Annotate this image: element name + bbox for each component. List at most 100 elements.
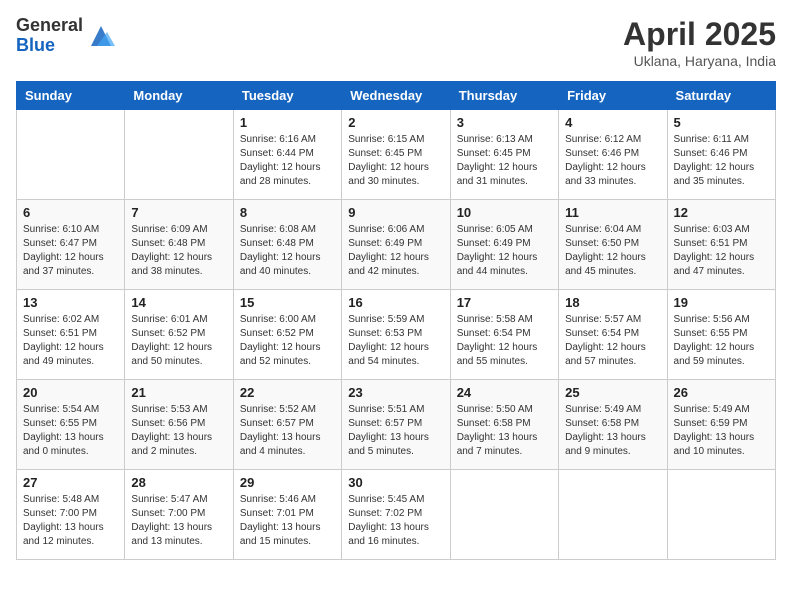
weekday-header-friday: Friday	[559, 82, 667, 110]
day-number: 25	[565, 385, 660, 400]
day-number: 26	[674, 385, 769, 400]
calendar-cell: 12Sunrise: 6:03 AM Sunset: 6:51 PM Dayli…	[667, 200, 775, 290]
calendar-cell: 19 Sunrise: 5:56 AM Sunset: 6:55 PM Dayli…	[667, 290, 775, 380]
month-title: April 2025	[623, 16, 776, 53]
calendar-cell: 20 Sunrise: 5:54 AM Sunset: 6:55 PM Dayli…	[17, 380, 125, 470]
weekday-header-thursday: Thursday	[450, 82, 558, 110]
day-info: Sunrise: 6:13 AM Sunset: 6:45 PM Dayligh…	[457, 133, 552, 189]
day-info: Sunrise: 6:05 AM Sunset: 6:49 PM Dayligh…	[457, 223, 552, 279]
calendar-cell: 16 Sunrise: 5:59 AM Sunset: 6:53 PM Dayli…	[342, 290, 450, 380]
day-number: 19	[674, 295, 769, 310]
logo-general-text: General	[16, 16, 83, 36]
day-info: Sunrise: 5:46 AM Sunset: 7:01 PM Dayligh…	[240, 493, 335, 549]
day-number: 5	[674, 115, 769, 130]
logo-blue-text: Blue	[16, 36, 83, 56]
day-info: Sunrise: 5:58 AM Sunset: 6:54 PM Dayligh…	[457, 313, 552, 369]
day-info: Sunrise: 5:48 AM Sunset: 7:00 PM Dayligh…	[23, 493, 118, 549]
calendar-cell: 23 Sunrise: 5:51 AM Sunset: 6:57 PM Dayli…	[342, 380, 450, 470]
day-number: 3	[457, 115, 552, 130]
day-info: Sunrise: 6:04 AM Sunset: 6:50 PM Dayligh…	[565, 223, 660, 279]
weekday-header-tuesday: Tuesday	[233, 82, 341, 110]
day-info: Sunrise: 5:47 AM Sunset: 7:00 PM Dayligh…	[131, 493, 226, 549]
day-number: 8	[240, 205, 335, 220]
calendar-cell: 13 Sunrise: 6:02 AM Sunset: 6:51 PM Dayli…	[17, 290, 125, 380]
calendar-cell: 6 Sunrise: 6:10 AM Sunset: 6:47 PM Daylig…	[17, 200, 125, 290]
day-info: Sunrise: 6:02 AM Sunset: 6:51 PM Dayligh…	[23, 313, 118, 369]
day-number: 27	[23, 475, 118, 490]
week-row-2: 6 Sunrise: 6:10 AM Sunset: 6:47 PM Daylig…	[17, 200, 776, 290]
calendar-cell: 2 Sunrise: 6:15 AM Sunset: 6:45 PM Daylig…	[342, 110, 450, 200]
day-info: Sunrise: 6:16 AM Sunset: 6:44 PM Dayligh…	[240, 133, 335, 189]
day-number: 17	[457, 295, 552, 310]
day-info: Sunrise: 6:08 AM Sunset: 6:48 PM Dayligh…	[240, 223, 335, 279]
week-row-5: 27 Sunrise: 5:48 AM Sunset: 7:00 PM Dayli…	[17, 470, 776, 560]
day-info: Sunrise: 5:50 AM Sunset: 6:58 PM Dayligh…	[457, 403, 552, 459]
calendar-cell: 24 Sunrise: 5:50 AM Sunset: 6:58 PM Dayli…	[450, 380, 558, 470]
calendar-cell: 30 Sunrise: 5:45 AM Sunset: 7:02 PM Dayli…	[342, 470, 450, 560]
day-info: Sunrise: 6:00 AM Sunset: 6:52 PM Dayligh…	[240, 313, 335, 369]
day-number: 11	[565, 205, 660, 220]
week-row-4: 20 Sunrise: 5:54 AM Sunset: 6:55 PM Dayli…	[17, 380, 776, 470]
day-number: 30	[348, 475, 443, 490]
calendar-table: SundayMondayTuesdayWednesdayThursdayFrid…	[16, 81, 776, 560]
weekday-header-sunday: Sunday	[17, 82, 125, 110]
day-info: Sunrise: 5:51 AM Sunset: 6:57 PM Dayligh…	[348, 403, 443, 459]
day-info: Sunrise: 5:45 AM Sunset: 7:02 PM Dayligh…	[348, 493, 443, 549]
calendar-cell: 7 Sunrise: 6:09 AM Sunset: 6:48 PM Daylig…	[125, 200, 233, 290]
day-number: 20	[23, 385, 118, 400]
weekday-header-row: SundayMondayTuesdayWednesdayThursdayFrid…	[17, 82, 776, 110]
calendar-cell: 15 Sunrise: 6:00 AM Sunset: 6:52 PM Dayli…	[233, 290, 341, 380]
page-header: General Blue April 2025 Uklana, Haryana,…	[16, 16, 776, 69]
calendar-cell: 5 Sunrise: 6:11 AM Sunset: 6:46 PM Daylig…	[667, 110, 775, 200]
day-number: 29	[240, 475, 335, 490]
calendar-cell	[559, 470, 667, 560]
day-number: 23	[348, 385, 443, 400]
calendar-cell: 1 Sunrise: 6:16 AM Sunset: 6:44 PM Daylig…	[233, 110, 341, 200]
day-info: Sunrise: 6:11 AM Sunset: 6:46 PM Dayligh…	[674, 133, 769, 189]
day-info: Sunrise: 5:54 AM Sunset: 6:55 PM Dayligh…	[23, 403, 118, 459]
weekday-header-wednesday: Wednesday	[342, 82, 450, 110]
calendar-cell: 14Sunrise: 6:01 AM Sunset: 6:52 PM Dayli…	[125, 290, 233, 380]
day-number: 15	[240, 295, 335, 310]
calendar-cell	[450, 470, 558, 560]
day-info: Sunrise: 5:52 AM Sunset: 6:57 PM Dayligh…	[240, 403, 335, 459]
calendar-cell: 17 Sunrise: 5:58 AM Sunset: 6:54 PM Dayli…	[450, 290, 558, 380]
calendar-cell	[667, 470, 775, 560]
week-row-3: 13 Sunrise: 6:02 AM Sunset: 6:51 PM Dayli…	[17, 290, 776, 380]
day-info: Sunrise: 5:56 AM Sunset: 6:55 PM Dayligh…	[674, 313, 769, 369]
day-info: Sunrise: 6:01 AM Sunset: 6:52 PM Dayligh…	[131, 313, 226, 369]
calendar-cell: 21 Sunrise: 5:53 AM Sunset: 6:56 PM Dayli…	[125, 380, 233, 470]
day-info: Sunrise: 5:49 AM Sunset: 6:58 PM Dayligh…	[565, 403, 660, 459]
day-number: 2	[348, 115, 443, 130]
calendar-cell: 4Sunrise: 6:12 AM Sunset: 6:46 PM Daylig…	[559, 110, 667, 200]
day-number: 6	[23, 205, 118, 220]
title-section: April 2025 Uklana, Haryana, India	[623, 16, 776, 69]
day-number: 28	[131, 475, 226, 490]
day-info: Sunrise: 6:15 AM Sunset: 6:45 PM Dayligh…	[348, 133, 443, 189]
day-number: 1	[240, 115, 335, 130]
day-info: Sunrise: 6:09 AM Sunset: 6:48 PM Dayligh…	[131, 223, 226, 279]
day-number: 24	[457, 385, 552, 400]
day-number: 16	[348, 295, 443, 310]
day-info: Sunrise: 5:53 AM Sunset: 6:56 PM Dayligh…	[131, 403, 226, 459]
calendar-cell: 8 Sunrise: 6:08 AM Sunset: 6:48 PM Daylig…	[233, 200, 341, 290]
calendar-cell: 3 Sunrise: 6:13 AM Sunset: 6:45 PM Daylig…	[450, 110, 558, 200]
day-number: 7	[131, 205, 226, 220]
calendar-cell: 29 Sunrise: 5:46 AM Sunset: 7:01 PM Dayli…	[233, 470, 341, 560]
day-info: Sunrise: 5:59 AM Sunset: 6:53 PM Dayligh…	[348, 313, 443, 369]
day-info: Sunrise: 5:57 AM Sunset: 6:54 PM Dayligh…	[565, 313, 660, 369]
calendar-cell: 9Sunrise: 6:06 AM Sunset: 6:49 PM Daylig…	[342, 200, 450, 290]
calendar-cell: 28 Sunrise: 5:47 AM Sunset: 7:00 PM Dayli…	[125, 470, 233, 560]
day-number: 21	[131, 385, 226, 400]
calendar-cell: 22Sunrise: 5:52 AM Sunset: 6:57 PM Dayli…	[233, 380, 341, 470]
logo-icon	[87, 22, 115, 50]
day-number: 4	[565, 115, 660, 130]
calendar-cell: 27 Sunrise: 5:48 AM Sunset: 7:00 PM Dayli…	[17, 470, 125, 560]
day-number: 13	[23, 295, 118, 310]
weekday-header-monday: Monday	[125, 82, 233, 110]
location-subtitle: Uklana, Haryana, India	[623, 53, 776, 69]
day-info: Sunrise: 6:10 AM Sunset: 6:47 PM Dayligh…	[23, 223, 118, 279]
day-info: Sunrise: 5:49 AM Sunset: 6:59 PM Dayligh…	[674, 403, 769, 459]
week-row-1: 1 Sunrise: 6:16 AM Sunset: 6:44 PM Daylig…	[17, 110, 776, 200]
day-number: 12	[674, 205, 769, 220]
